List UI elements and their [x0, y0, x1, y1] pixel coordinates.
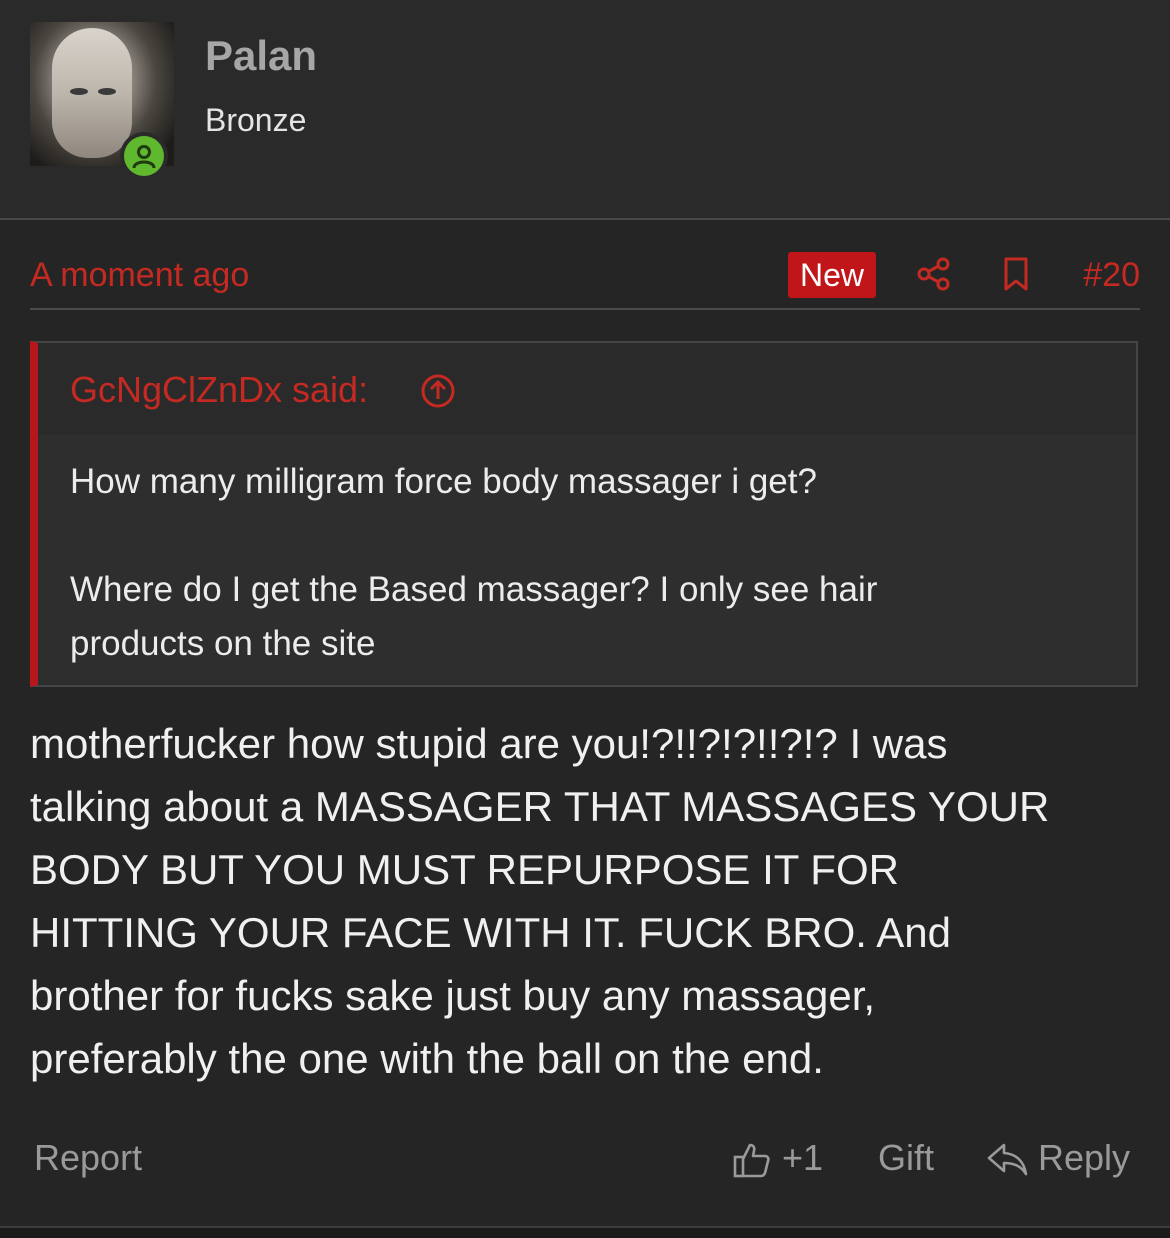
username[interactable]: Palan [205, 32, 317, 80]
message-line: preferably the one with the ball on the … [30, 1035, 824, 1082]
post-message: motherfucker how stupid are you!?!!?!?!!… [30, 712, 1150, 1090]
post-timestamp[interactable]: A moment ago [30, 256, 249, 295]
quote-block: GcNgClZnDx said: How many milligram forc… [30, 341, 1138, 687]
user-icon [124, 136, 164, 176]
report-link[interactable]: Report [34, 1137, 142, 1179]
message-line: BODY BUT YOU MUST REPURPOSE IT FOR [30, 846, 899, 893]
share-icon[interactable] [916, 256, 952, 292]
reply-button[interactable]: Reply [1038, 1137, 1130, 1179]
thumbs-up-icon[interactable] [732, 1140, 772, 1180]
message-line: motherfucker how stupid are you!?!!?!?!!… [30, 720, 948, 767]
like-count[interactable]: +1 [782, 1137, 823, 1179]
post-divider [0, 1226, 1170, 1238]
avatar-eye-right [98, 88, 116, 95]
quote-header: GcNgClZnDx said: [38, 343, 1136, 435]
online-status-badge [120, 132, 168, 180]
quote-line: Where do I get the Based massager? I onl… [70, 570, 878, 609]
reply-icon[interactable] [986, 1142, 1030, 1178]
arrow-up-circle-icon[interactable] [420, 373, 456, 409]
post-meta-bar: A moment ago New #20 [30, 246, 1140, 310]
quote-author[interactable]: GcNgClZnDx said: [70, 369, 368, 411]
bookmark-icon[interactable] [998, 256, 1034, 292]
quote-line: products on the site [70, 624, 376, 663]
message-line: talking about a MASSAGER THAT MASSAGES Y… [30, 783, 1050, 830]
message-line: brother for fucks sake just buy any mass… [30, 972, 876, 1019]
user-header: Palan Bronze [0, 0, 1170, 220]
message-line: HITTING YOUR FACE WITH IT. FUCK BRO. And [30, 909, 952, 956]
new-badge: New [788, 252, 877, 298]
gift-link[interactable]: Gift [878, 1137, 934, 1179]
quote-line: How many milligram force body massager i… [70, 462, 817, 501]
post-number[interactable]: #20 [1083, 256, 1140, 295]
user-title: Bronze [205, 102, 307, 138]
avatar-eye-left [70, 88, 88, 95]
avatar-face [52, 28, 132, 158]
